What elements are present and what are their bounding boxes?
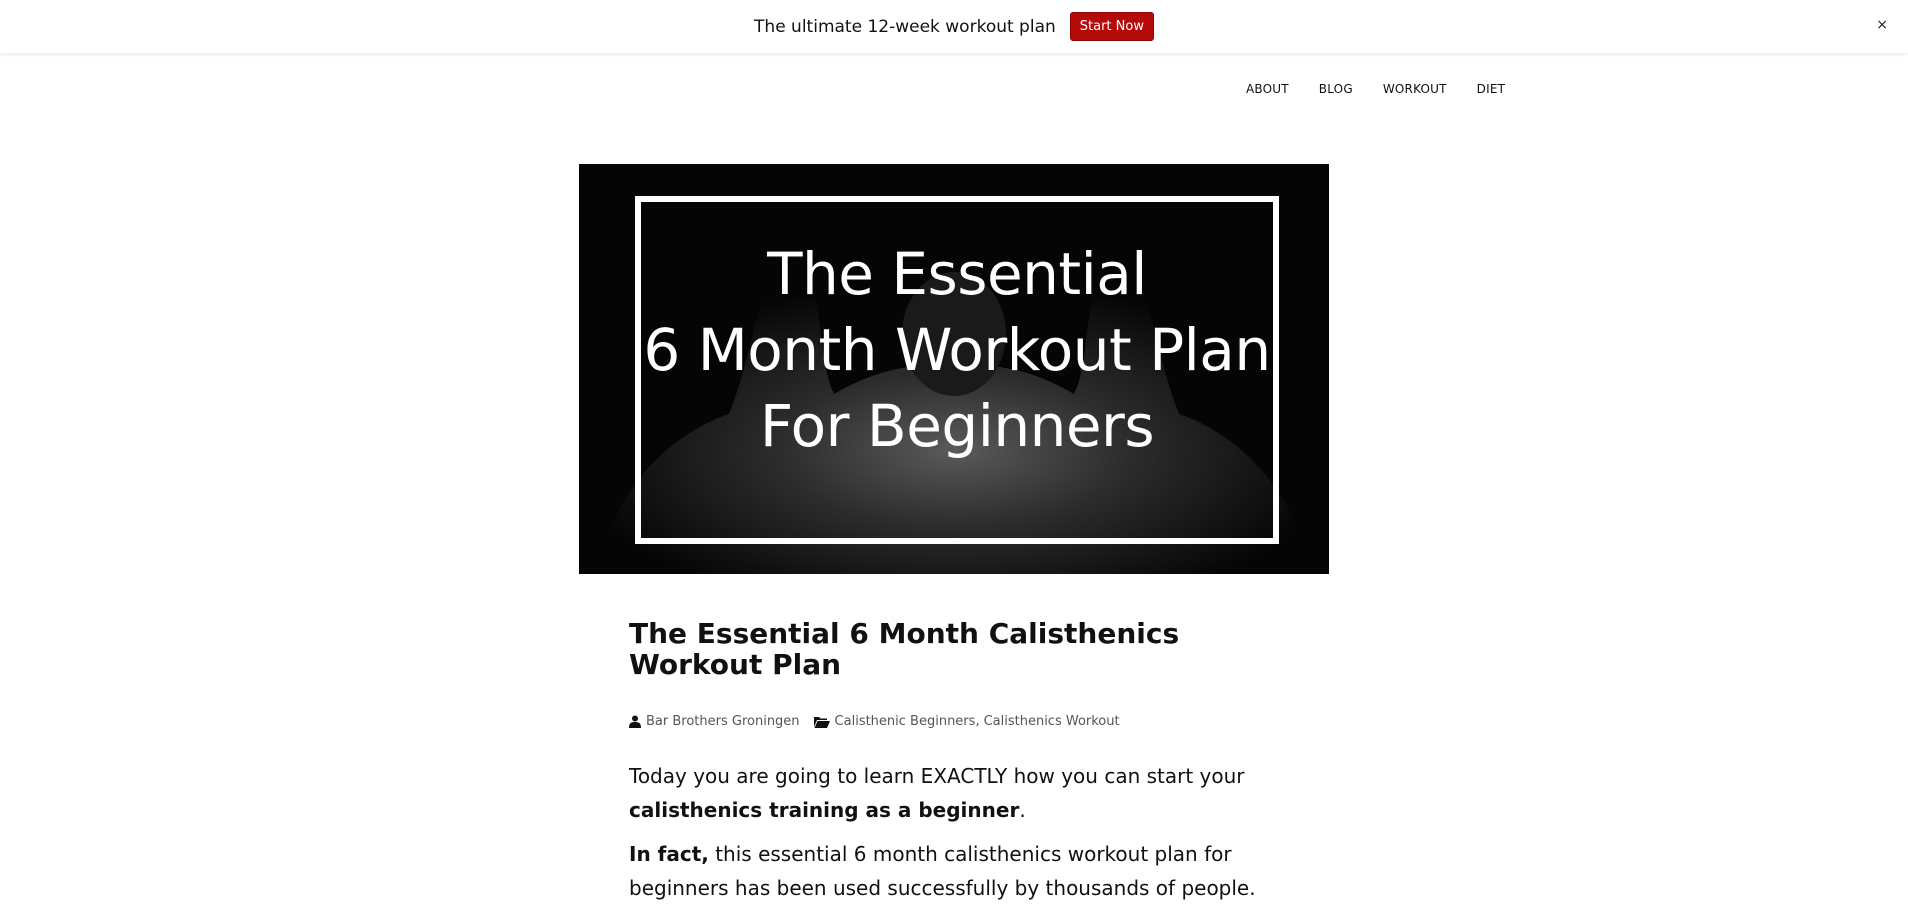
intro-paragraph: Today you are going to learn EXACTLY how… xyxy=(629,759,1289,827)
start-now-button[interactable]: Start Now xyxy=(1069,12,1154,41)
category-separator: , xyxy=(975,714,980,729)
main-nav: ABOUT BLOG WORKOUT DIET xyxy=(1246,82,1535,96)
hero-title: The Essential 6 Month Workout Plan For B… xyxy=(635,236,1279,464)
second-text: this essential 6 month calisthenics work… xyxy=(629,842,1256,900)
article-title: The Essential 6 Month Calisthenics Worko… xyxy=(629,617,1180,681)
promo-text: The ultimate 12-week workout plan xyxy=(754,16,1056,37)
hero-line: For Beginners xyxy=(759,392,1155,460)
second-emphasis: In fact, xyxy=(629,842,709,866)
hero-image: The Essential 6 Month Workout Plan For B… xyxy=(579,164,1329,574)
hero-line: The Essential xyxy=(767,240,1147,308)
close-icon[interactable]: × xyxy=(1876,17,1888,33)
intro-emphasis: calisthenics training as a beginner xyxy=(629,798,1020,822)
promo-bar: The ultimate 12-week workout plan Start … xyxy=(0,0,1908,53)
category-link[interactable]: Calisthenic Beginners xyxy=(835,714,976,729)
intro-period: . xyxy=(1019,798,1026,822)
article: The Essential 6 Month Calisthenics Worko… xyxy=(629,618,1289,905)
nav-item-about[interactable]: ABOUT xyxy=(1246,82,1289,96)
nav-item-workout[interactable]: WORKOUT xyxy=(1383,82,1447,96)
second-paragraph: In fact, this essential 6 month calisthe… xyxy=(629,837,1289,905)
hero-line: 6 Month Workout Plan xyxy=(643,316,1271,384)
author-link[interactable]: Bar Brothers Groningen xyxy=(646,714,800,729)
nav-item-diet[interactable]: DIET xyxy=(1477,82,1506,96)
post-meta: Bar Brothers Groningen Calisthenic Begin… xyxy=(629,714,1289,729)
user-icon xyxy=(629,715,641,728)
folder-open-icon xyxy=(813,716,830,728)
intro-text: Today you are going to learn EXACTLY how… xyxy=(629,764,1245,788)
category-link[interactable]: Calisthenics Workout xyxy=(984,714,1120,729)
nav-item-blog[interactable]: BLOG xyxy=(1319,82,1353,96)
